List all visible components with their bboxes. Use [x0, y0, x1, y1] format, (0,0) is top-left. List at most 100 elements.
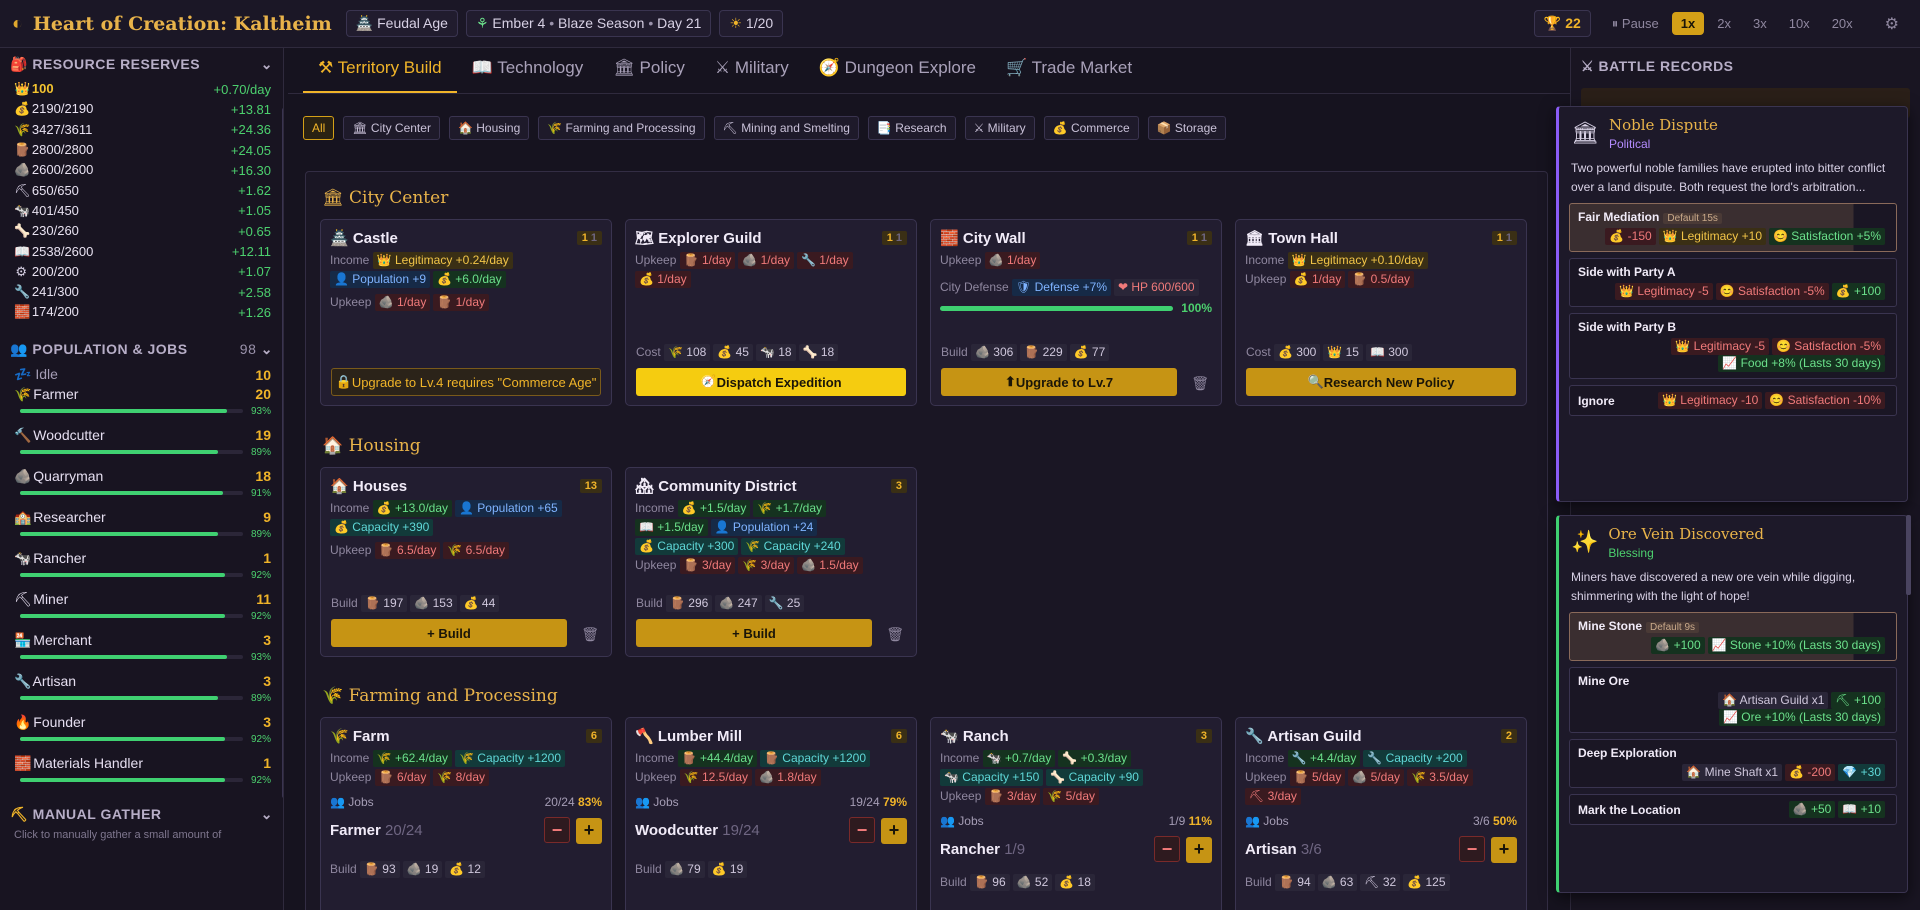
filter-research[interactable]: 📑 Research: [867, 116, 956, 140]
speed-1x-button[interactable]: 1x: [1671, 12, 1705, 35]
job-row: 🐄 Rancher 1 92%: [14, 549, 271, 581]
resource-row: 📖 2538/2600 +12.11: [14, 243, 271, 260]
trophy-icon: 🏆: [1543, 15, 1562, 31]
community-icon: 🏘: [635, 478, 655, 495]
section-housing: 🏠 Housing: [322, 436, 421, 456]
population-header[interactable]: 👥 POPULATION & JOBS 98 ⌄: [0, 333, 283, 364]
event-option[interactable]: Mine Ore 🏠 Artisan Guild x1 ⛏ +100📈 Ore +1…: [1569, 667, 1897, 733]
pause-button[interactable]: ⏸ Pause: [1603, 12, 1668, 36]
bag-icon: 🎒: [10, 56, 28, 72]
card-explorer-guild: 🗺 Explorer Guild 1 1 Upkeep 🪵 1/day 🪨 1/da…: [625, 219, 917, 406]
remove-worker-button[interactable]: −: [849, 817, 875, 843]
trophy-counter[interactable]: 🏆 22: [1533, 10, 1591, 37]
people-icon: 👥: [10, 340, 28, 357]
event-option[interactable]: Fair Mediation Default 15s 💰 -150 👑 Legitim…: [1569, 203, 1897, 252]
resource-icon: 💰: [14, 101, 31, 117]
castle-icon: 🏯: [355, 15, 374, 31]
section-city-center: 🏛 City Center: [322, 188, 449, 208]
upgrade-wall-button[interactable]: ⬆ Upgrade to Lv.7: [941, 368, 1177, 396]
resource-icon: 🦴: [14, 223, 31, 239]
filter-mining[interactable]: ⛏ Mining and Smelting: [713, 116, 859, 140]
speed-2x-button[interactable]: 2x: [1708, 12, 1740, 35]
build-houses-button[interactable]: + Build: [331, 619, 567, 647]
resource-row: 👑 100 +0.70/day: [14, 81, 271, 97]
resource-icon: 🧱: [14, 304, 31, 320]
job-row: 🪨 Quarryman 18 91%: [14, 467, 271, 499]
filter-housing[interactable]: 🏠 Housing: [448, 116, 530, 140]
filter-storage[interactable]: 📦 Storage: [1147, 116, 1226, 140]
remove-worker-button[interactable]: −: [1154, 836, 1180, 862]
upgrade-locked-button[interactable]: 🔒 Upgrade to Lv.4 requires "Commerce Age…: [331, 368, 601, 396]
resource-row: 🪵 2800/2800 +24.05: [14, 142, 271, 158]
build-community-button[interactable]: + Build: [636, 619, 872, 647]
job-list: 🌾 Farmer 20 93% 🔨 Woodcutter 19 89% 🪨 Quarryma…: [0, 386, 283, 796]
remove-worker-button[interactable]: −: [544, 817, 570, 843]
event-option[interactable]: Side with Party B 👑 Legitimacy -5 😊 Satisf…: [1569, 313, 1897, 379]
chevron-down-icon: ⌄: [260, 56, 273, 72]
age-badge: 🏯 Feudal Age: [345, 10, 458, 37]
resource-row: 🦴 230/260 +0.65: [14, 223, 271, 239]
speed-10x-button[interactable]: 10x: [1780, 12, 1819, 35]
filter-city-center[interactable]: 🏛 City Center: [343, 116, 440, 140]
add-worker-button[interactable]: +: [881, 818, 907, 844]
sleep-icon: 💤: [14, 366, 32, 383]
top-bar: ◐ Heart of Creation: Kaltheim 🏯 Feudal A…: [0, 0, 1920, 48]
card-castle: 🏯 Castle 1 1 Income 👑 Legitimacy +0.24/da…: [320, 219, 612, 406]
add-worker-button[interactable]: +: [1186, 837, 1212, 863]
resource-icon: 👑: [14, 81, 31, 97]
manual-gather-desc: Click to manually gather a small amount …: [14, 828, 222, 841]
government-icon: 🏛: [1245, 230, 1265, 247]
resource-icon: 📖: [14, 243, 31, 259]
resource-row: 🧱 174/200 +1.26: [14, 304, 271, 320]
resource-row: 💰 2190/2190 +13.81: [14, 101, 271, 117]
speed-3x-button[interactable]: 3x: [1744, 12, 1776, 35]
event-option[interactable]: Side with Party A 👑 Legitimacy -5 😊 Satisf…: [1569, 258, 1897, 307]
resource-row: 🪨 2600/2600 +16.30: [14, 162, 271, 178]
filter-bar: All 🏛 City Center 🏠 Housing 🌾 Farming an…: [288, 48, 1241, 140]
event-option[interactable]: Mine Stone Default 9s 🪨 +100 📈 Stone +10% (…: [1569, 612, 1897, 661]
government-icon: 🏛: [1571, 120, 1599, 145]
filter-all[interactable]: All: [303, 116, 335, 140]
filter-commerce[interactable]: 💰 Commerce: [1043, 116, 1139, 140]
sidebar-scrollbar[interactable]: [282, 108, 283, 798]
resource-reserves-header[interactable]: 🎒 RESOURCE RESERVES ⌄: [0, 48, 283, 79]
wrench-icon: 🔧: [1245, 728, 1264, 745]
job-icon: 🧱: [14, 754, 32, 771]
resource-row: ⚙ 200/200 +1.07: [15, 263, 271, 280]
add-worker-button[interactable]: +: [1491, 837, 1517, 863]
filter-farming[interactable]: 🌾 Farming and Processing: [538, 116, 705, 140]
idle-workers: 💤 Idle 10: [14, 366, 271, 383]
job-icon: 🔨: [14, 426, 32, 443]
resource-icon: ⚙: [15, 263, 27, 279]
trash-icon[interactable]: 🗑: [581, 626, 599, 643]
resource-icon: 🐄: [14, 202, 31, 218]
settings-gear-icon[interactable]: ⚙: [1876, 10, 1908, 38]
event-option[interactable]: Mark the Location 🪨 +50 📖 +10: [1569, 794, 1897, 825]
wheat-icon: 🌾: [330, 728, 349, 745]
filter-military[interactable]: ⚔ Military: [964, 116, 1035, 140]
event-option[interactable]: Ignore 👑 Legitimacy -10 😊 Satisfaction -10…: [1569, 385, 1897, 416]
job-row: 🏫 Researcher 9 89%: [14, 508, 271, 540]
job-icon: 🔥: [14, 713, 32, 730]
manual-gather-header[interactable]: ⛏ MANUAL GATHER ⌄: [0, 798, 283, 829]
trash-icon[interactable]: 🗑: [886, 626, 904, 643]
card-community-district: 🏘 Community District 3 Income 💰 +1.5/day 🌾…: [625, 467, 917, 657]
remove-worker-button[interactable]: −: [1459, 836, 1485, 862]
castle-icon: 🏯: [330, 230, 349, 247]
event-noble-dispute: 🏛 Noble Dispute Political Two powerful nob…: [1556, 106, 1908, 502]
add-worker-button[interactable]: +: [576, 818, 602, 844]
wall-hp-bar: [940, 305, 1174, 311]
card-lumber-mill: 🪓 Lumber Mill 6 Income 🪵 +44.4/day 🪵 Capac…: [625, 717, 917, 910]
house-icon: 🏠: [330, 478, 349, 495]
events-scrollbar[interactable]: [1906, 515, 1911, 595]
section-farming: 🌾 Farming and Processing: [322, 686, 558, 706]
event-option[interactable]: Deep Exploration 🏠 Mine Shaft x1 💰 -200 💎 +…: [1569, 739, 1897, 788]
trash-icon[interactable]: 🗑: [1191, 375, 1209, 392]
dispatch-expedition-button[interactable]: 🧭 Dispatch Expedition: [636, 368, 906, 396]
swords-icon: ⚔: [1581, 58, 1595, 74]
sun-icon: ☀: [729, 15, 743, 31]
research-policy-button[interactable]: 🔍 Research New Policy: [1246, 368, 1516, 396]
speed-20x-button[interactable]: 20x: [1823, 12, 1862, 35]
job-row: 🏪 Merchant 3 93%: [14, 631, 271, 663]
job-row: ⛏ Miner 11 92%: [14, 590, 271, 622]
